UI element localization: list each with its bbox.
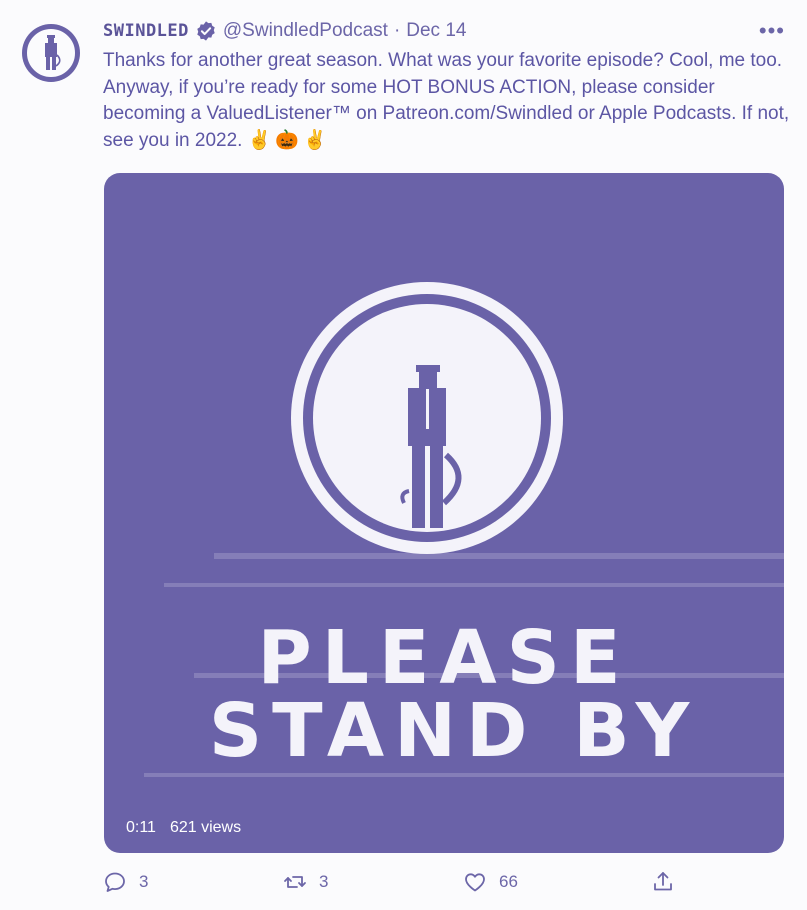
display-name[interactable]: SWINDLED bbox=[103, 21, 189, 41]
action-bar: 3 3 66 bbox=[103, 870, 683, 900]
retweet-count: 3 bbox=[319, 872, 329, 891]
share-button[interactable] bbox=[651, 870, 675, 894]
like-button[interactable]: 66 bbox=[463, 870, 518, 894]
verified-badge-icon bbox=[197, 21, 215, 41]
tweet-date[interactable]: Dec 14 bbox=[406, 20, 466, 42]
retweet-button[interactable]: 3 bbox=[283, 870, 328, 894]
reply-button[interactable]: 3 bbox=[103, 870, 148, 894]
share-icon bbox=[654, 872, 672, 891]
avatar[interactable] bbox=[22, 24, 80, 82]
more-options-button[interactable]: ••• bbox=[759, 20, 785, 42]
video-time: 0:11 bbox=[126, 819, 156, 836]
video-views: 621 views bbox=[169, 819, 242, 836]
retweet-icon bbox=[284, 876, 306, 888]
reply-icon bbox=[105, 872, 125, 892]
tweet-emojis: ✌️🎃✌️ bbox=[247, 129, 331, 151]
standby-line-2: STAND BY bbox=[208, 688, 700, 774]
tweet-text: Thanks for another great season. What wa… bbox=[103, 48, 793, 154]
reply-count: 3 bbox=[139, 872, 149, 891]
tweet-header: SWINDLED @SwindledPodcast · Dec 14 bbox=[103, 20, 466, 42]
video-player[interactable]: PLEASE STAND BY 0:11 621 views bbox=[104, 173, 784, 853]
handle[interactable]: @SwindledPodcast bbox=[223, 20, 388, 42]
man-silhouette-icon bbox=[45, 35, 61, 70]
like-count: 66 bbox=[499, 872, 518, 891]
tweet-body: Thanks for another great season. What wa… bbox=[103, 50, 790, 151]
avatar-inner bbox=[27, 29, 75, 77]
separator-dot: · bbox=[393, 20, 401, 41]
media-meta: 0:11 621 views bbox=[126, 819, 241, 837]
heart-icon bbox=[465, 873, 485, 892]
